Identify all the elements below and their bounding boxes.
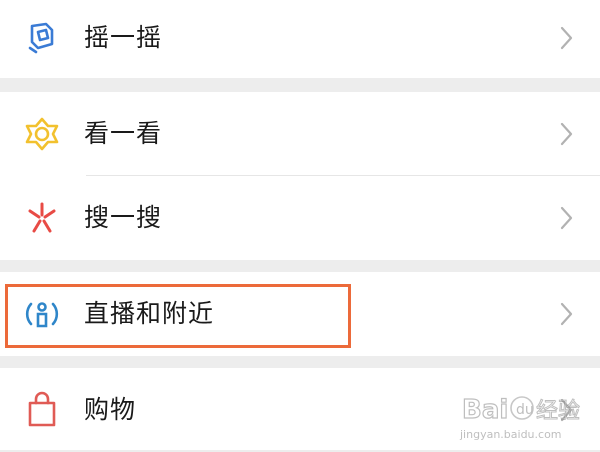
menu-item-shake[interactable]: 摇一摇 xyxy=(0,0,600,80)
menu-item-shopping[interactable]: 购物 xyxy=(0,368,600,452)
menu-item-search[interactable]: 搜一搜 xyxy=(0,176,600,260)
section-shopping: 购物 xyxy=(0,368,600,450)
shopping-bag-icon xyxy=(22,390,62,430)
chevron-right-icon xyxy=(556,24,576,52)
menu-item-live-nearby[interactable]: 直播和附近 xyxy=(0,272,600,356)
menu-item-look[interactable]: 看一看 xyxy=(0,92,600,176)
chevron-right-icon xyxy=(556,396,576,424)
menu-item-shake-label: 摇一摇 xyxy=(84,23,163,52)
chevron-right-icon xyxy=(556,204,576,232)
shake-icon xyxy=(22,18,62,58)
section-shake: 摇一摇 xyxy=(0,0,600,78)
menu-item-search-label: 搜一搜 xyxy=(84,203,163,232)
look-icon xyxy=(22,114,62,154)
chevron-right-icon xyxy=(556,300,576,328)
menu-item-shopping-label: 购物 xyxy=(84,395,137,424)
live-nearby-icon xyxy=(22,294,62,334)
search-icon xyxy=(22,198,62,238)
chevron-right-icon xyxy=(556,120,576,148)
section-discover: 看一看 搜一搜 xyxy=(0,92,600,260)
section-live-nearby: 直播和附近 xyxy=(0,272,600,356)
menu-item-look-label: 看一看 xyxy=(84,119,163,148)
menu-item-live-nearby-label: 直播和附近 xyxy=(84,299,215,328)
